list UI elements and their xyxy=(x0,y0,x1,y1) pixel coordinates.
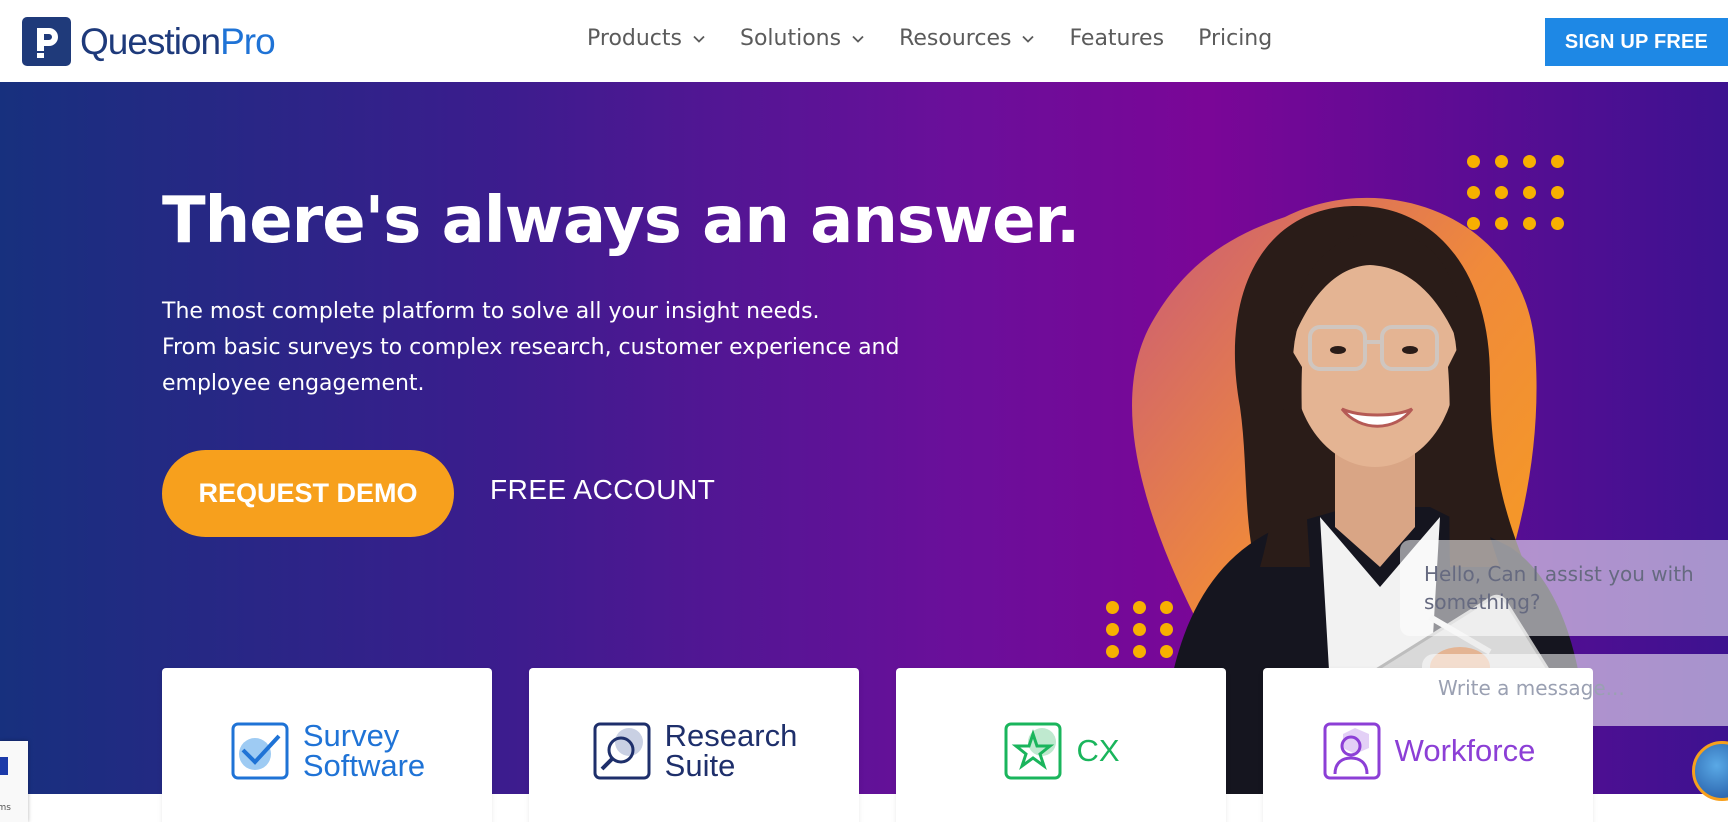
card-survey-software-label: Survey Software xyxy=(302,718,426,783)
card-research-suite[interactable]: Research Suite xyxy=(529,668,859,822)
star-icon xyxy=(1004,722,1062,780)
card-survey-software[interactable]: Survey Software xyxy=(162,668,492,822)
card-label-line: Software xyxy=(302,748,426,783)
card-cx-label: CX xyxy=(1076,733,1120,768)
chevron-down-icon xyxy=(693,35,705,43)
chat-message-input[interactable]: Write a message... xyxy=(1422,654,1728,726)
chevron-down-icon xyxy=(1022,35,1035,43)
card-label-line: Survey xyxy=(302,718,400,753)
card-label-line: Workforce xyxy=(1394,733,1536,768)
hero-subtitle: The most complete platform to solve all … xyxy=(162,294,922,402)
logo-text-pro: Pro xyxy=(220,20,276,62)
recaptcha-badge[interactable]: rms xyxy=(0,741,28,822)
nav-products[interactable]: Products xyxy=(587,26,706,51)
free-account-link[interactable]: FREE ACCOUNT xyxy=(490,474,715,506)
site-header: QuestionPro Products Solutions Resources… xyxy=(0,0,1728,82)
questionpro-logo[interactable]: QuestionPro xyxy=(22,17,276,66)
card-cx[interactable]: CX xyxy=(896,668,1226,822)
card-label-line: Suite xyxy=(664,748,736,783)
hero-title: There's always an answer. xyxy=(162,184,1080,258)
nav-pricing-label: Pricing xyxy=(1198,26,1273,51)
chat-greeting-bubble: Hello, Can I assist you with something? xyxy=(1400,540,1728,636)
nav-solutions-label: Solutions xyxy=(740,26,842,51)
recaptcha-logo-icon xyxy=(0,757,8,775)
sign-up-free-button[interactable]: SIGN UP FREE xyxy=(1545,18,1728,66)
hero-subtitle-line-2: From basic surveys to complex research, … xyxy=(162,335,900,360)
card-workforce-label: Workforce xyxy=(1394,733,1536,768)
main-nav: Products Solutions Resources Features Pr… xyxy=(587,26,1306,51)
logo-mark-icon xyxy=(22,17,71,66)
card-label-line: Research xyxy=(664,718,798,753)
card-label-line: CX xyxy=(1076,733,1120,768)
chevron-down-icon xyxy=(852,35,864,43)
nav-resources-label: Resources xyxy=(899,26,1012,51)
logo-wordmark: QuestionPro xyxy=(80,20,276,63)
request-demo-button[interactable]: REQUEST DEMO xyxy=(162,450,454,537)
nav-resources[interactable]: Resources xyxy=(899,26,1035,51)
person-icon xyxy=(1323,722,1381,780)
hero-subtitle-line-1: The most complete platform to solve all … xyxy=(162,299,820,324)
hero-subtitle-line-3: employee engagement. xyxy=(162,371,425,396)
checkbox-icon xyxy=(231,722,289,780)
recaptcha-terms-text[interactable]: rms xyxy=(0,803,11,813)
nav-pricing[interactable]: Pricing xyxy=(1198,26,1272,51)
nav-features-label: Features xyxy=(1069,26,1165,51)
card-research-suite-label: Research Suite xyxy=(664,718,798,783)
magnifier-icon xyxy=(593,722,651,780)
nav-products-label: Products xyxy=(587,26,682,51)
nav-solutions[interactable]: Solutions xyxy=(740,26,865,51)
logo-text-question: Question xyxy=(80,20,221,62)
nav-features[interactable]: Features xyxy=(1069,26,1164,51)
